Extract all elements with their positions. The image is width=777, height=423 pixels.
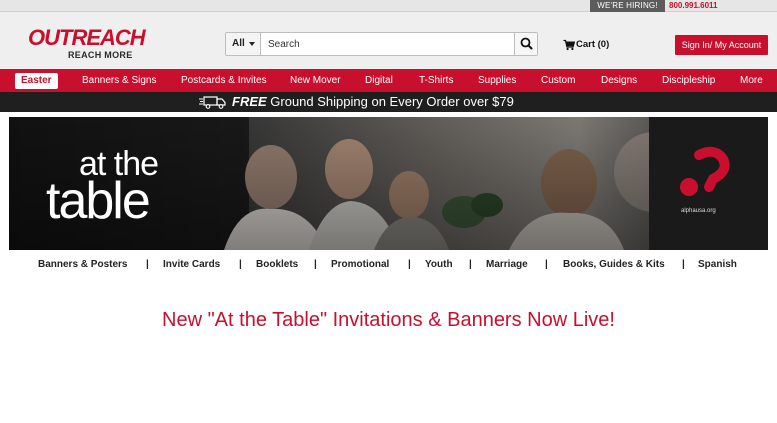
category-separator: |: [682, 259, 685, 270]
free-label: FREE: [232, 94, 267, 109]
category-links: Banners & Posters | Invite Cards | Bookl…: [0, 256, 777, 274]
category-marriage[interactable]: Marriage: [486, 256, 528, 274]
cart-icon: [563, 39, 575, 51]
nav-item-supplies[interactable]: Supplies: [478, 69, 516, 92]
cart-label: Cart (0): [576, 39, 610, 50]
nav-item-custom[interactable]: Custom: [541, 69, 575, 92]
nav-item-discipleship[interactable]: Discipleship: [662, 69, 715, 92]
search-button[interactable]: [514, 33, 537, 55]
category-separator: |: [314, 259, 317, 270]
nav-item-new-mover[interactable]: New Mover: [290, 69, 341, 92]
category-invite-cards[interactable]: Invite Cards: [163, 256, 220, 274]
category-separator: |: [146, 259, 149, 270]
category-books-guides-kits[interactable]: Books, Guides & Kits: [563, 256, 665, 274]
search-category-select[interactable]: All: [226, 33, 261, 55]
shipping-details: Ground Shipping on Every Order over $79: [266, 94, 514, 109]
category-youth[interactable]: Youth: [425, 256, 453, 274]
search-bar: All: [225, 32, 538, 56]
category-promotional[interactable]: Promotional: [331, 256, 389, 274]
category-booklets[interactable]: Booklets: [256, 256, 298, 274]
nav-item-postcards-invites[interactable]: Postcards & Invites: [181, 69, 267, 92]
nav-item-more[interactable]: More: [740, 69, 763, 92]
category-separator: |: [545, 259, 548, 270]
category-separator: |: [469, 259, 472, 270]
site-header: OUTREACH REACH MORE All Cart (0) Sign In…: [0, 12, 777, 69]
hiring-link[interactable]: WE'RE HIRING!: [590, 0, 665, 12]
partner-url: alphausa.org: [681, 208, 716, 214]
nav-item-designs[interactable]: Designs: [601, 69, 637, 92]
nav-item-digital[interactable]: Digital: [365, 69, 393, 92]
chevron-down-icon: [249, 42, 255, 46]
search-input[interactable]: [262, 33, 514, 55]
category-separator: |: [408, 259, 411, 270]
category-spanish[interactable]: Spanish: [698, 256, 737, 274]
nav-item-t-shirts[interactable]: T-Shirts: [419, 69, 453, 92]
sign-in-button[interactable]: Sign In/ My Account: [675, 35, 768, 55]
logo-tagline: REACH MORE: [68, 50, 133, 60]
search-icon: [520, 37, 533, 50]
category-separator: |: [239, 259, 242, 270]
search-category-label: All: [232, 38, 245, 49]
free-shipping-banner[interactable]: FREE Ground Shipping on Every Order over…: [0, 92, 777, 112]
free-shipping-text: FREE Ground Shipping on Every Order over…: [232, 92, 514, 112]
category-banners-posters[interactable]: Banners & Posters: [38, 256, 127, 274]
logo-wordmark: OUTREACH: [28, 25, 146, 50]
truck-icon: [199, 96, 226, 109]
top-utility-bar: WE'RE HIRING! 800.991.6011: [0, 0, 777, 12]
main-nav: Easter Banners & Signs Postcards & Invit…: [0, 69, 777, 92]
nav-item-easter[interactable]: Easter: [15, 73, 58, 89]
site-logo[interactable]: OUTREACH REACH MORE: [28, 26, 146, 62]
promo-headline[interactable]: New "At the Table" Invitations & Banners…: [0, 307, 777, 333]
banner-title-bottom: table: [46, 172, 151, 230]
phone-number[interactable]: 800.991.6011: [669, 0, 718, 12]
hero-banner[interactable]: at the table alphausa.org: [9, 117, 768, 250]
nav-item-banners-signs[interactable]: Banners & Signs: [82, 69, 157, 92]
